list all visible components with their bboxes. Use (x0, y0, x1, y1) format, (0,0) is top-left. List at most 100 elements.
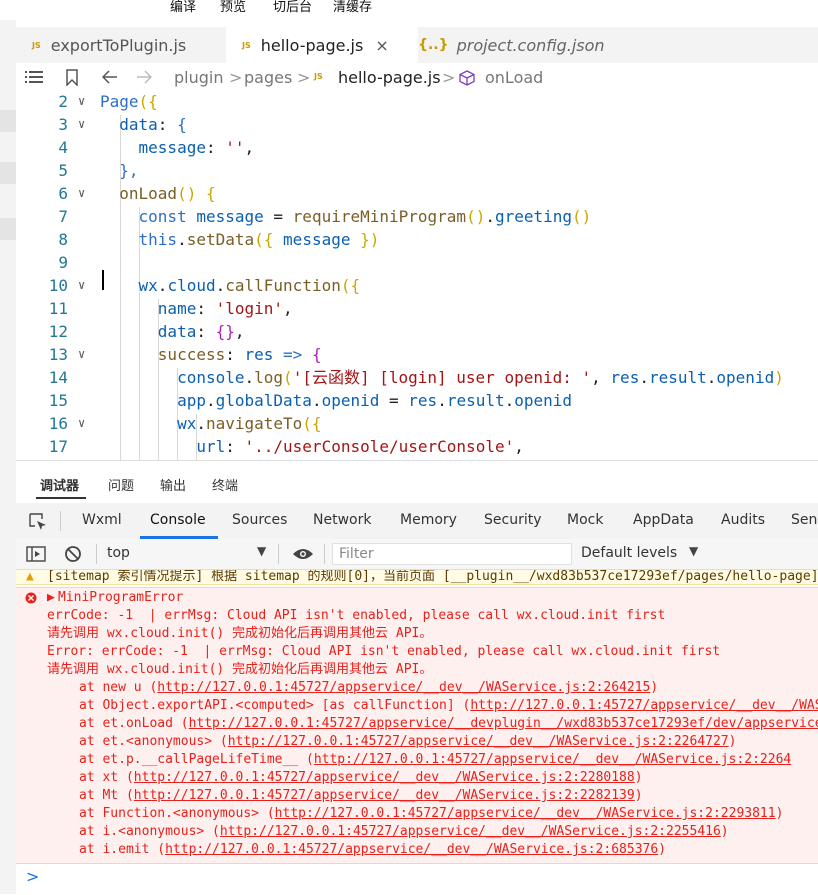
line-number: 11 (48, 299, 68, 318)
code-line[interactable]: 4 message: '', (16, 136, 818, 159)
explorer-row[interactable] (0, 162, 16, 184)
stack-frame-link[interactable]: http://127.0.0.1:45727/appservice/__dev_… (470, 698, 818, 713)
clear-console-icon[interactable] (64, 545, 82, 563)
breadcrumb-file[interactable]: hello-page.js (338, 68, 441, 87)
devtools-tab-console[interactable]: Console (150, 512, 206, 528)
inspect-element-icon[interactable] (29, 513, 47, 531)
context-selector[interactable]: top (107, 545, 130, 561)
line-number: 2 (58, 92, 68, 111)
tab-export-to-plugin[interactable]: JS exportToPlugin.js (16, 27, 226, 63)
close-icon[interactable]: × (375, 36, 388, 55)
code-line[interactable]: 8 this.setData({ message }) (16, 228, 818, 251)
code-token: this (138, 230, 178, 249)
bookmark-icon[interactable] (66, 69, 78, 86)
code-text: this.setData({ message }) (100, 228, 380, 251)
fold-chevron-icon[interactable]: ∨ (78, 274, 85, 297)
code-line[interactable]: 14 console.log('[云函数] [login] user openi… (16, 366, 818, 389)
list-icon[interactable] (25, 71, 43, 85)
error-message[interactable]: ▶ MiniProgramError errCode: -1 | errMsg:… (16, 587, 818, 864)
code-editor[interactable]: 2 ∨ Page({3 ∨ data: {4 message: '', 5 }, 6 ∨ o… (16, 92, 818, 460)
code-token: { (177, 115, 187, 134)
menu-clear-cache[interactable]: 清缓存 (333, 0, 372, 16)
sidebar-toggle-icon[interactable] (26, 546, 46, 562)
error-icon (25, 592, 37, 604)
fold-chevron-icon[interactable]: ∨ (78, 113, 85, 136)
devtools-tab-appdata[interactable]: AppData (633, 512, 694, 528)
code-token: 'login' (215, 299, 284, 318)
warning-message[interactable]: ▲ [sitemap 索引情况提示] 根据 sitemap 的规则[0]，当前页… (16, 570, 818, 585)
explorer-row[interactable] (0, 110, 16, 132)
back-arrow-icon[interactable] (102, 70, 118, 84)
menu-compile[interactable]: 编译 (170, 0, 196, 16)
code-line[interactable]: 6 ∨ onLoad() { (16, 182, 818, 205)
log-levels-selector[interactable]: Default levels (581, 545, 677, 561)
devtools-tab-sources[interactable]: Sources (232, 512, 287, 528)
panel-tab-debugger[interactable]: 调试器 (40, 475, 79, 494)
stack-frame-link[interactable]: http://127.0.0.1:45727/appservice/__devp… (189, 716, 818, 731)
code-line[interactable]: 10 ∨ wx.cloud.callFunction({ (16, 274, 818, 297)
devtools-tab-mock[interactable]: Mock (567, 512, 603, 528)
stack-frame-suffix: ) (720, 824, 729, 839)
code-line[interactable]: 12 data: {}, (16, 320, 818, 343)
tab-project-config[interactable]: {..} project.config.json (418, 27, 622, 63)
fold-chevron-icon[interactable]: ∨ (78, 412, 85, 435)
expand-triangle-icon[interactable]: ▶ (47, 589, 55, 607)
code-token: onLoad (119, 184, 178, 203)
code-line[interactable]: 5 }, (16, 159, 818, 182)
stack-frame-link[interactable]: http://127.0.0.1:45727/appservice/__dev_… (314, 752, 791, 767)
code-token: data (157, 322, 197, 341)
devtools-tab-wxml[interactable]: Wxml (82, 512, 122, 528)
forward-arrow-icon[interactable] (136, 70, 152, 84)
console-output[interactable]: ▲ [sitemap 索引情况提示] 根据 sitemap 的规则[0]，当前页… (16, 570, 818, 870)
stack-frame-link[interactable]: http://127.0.0.1:45727/appservice/__dev_… (275, 806, 776, 821)
devtools-tab-security[interactable]: Security (484, 512, 542, 528)
line-number: 13 (48, 345, 68, 364)
stack-frame-link[interactable]: http://127.0.0.1:45727/appservice/__dev_… (134, 770, 635, 785)
code-line[interactable]: 15 app.globalData.openid = res.result.op… (16, 389, 818, 412)
devtools-tab-audits[interactable]: Audits (721, 512, 765, 528)
fold-chevron-icon[interactable]: ∨ (78, 182, 85, 205)
devtools-tab-network[interactable]: Network (313, 512, 371, 528)
breadcrumb-onload[interactable]: onLoad (485, 68, 543, 87)
js-file-icon: JS (32, 40, 41, 50)
breadcrumb-pages[interactable]: pages (244, 68, 292, 87)
code-line[interactable]: 16 ∨ wx.navigateTo({ (16, 412, 818, 435)
code-text: message: '', (100, 136, 255, 159)
devtools-tab-memory[interactable]: Memory (400, 512, 457, 528)
code-line[interactable]: 7 const message = requireMiniProgram().g… (16, 205, 818, 228)
code-token: , (283, 299, 293, 318)
stack-frame-link[interactable]: http://127.0.0.1:45727/appservice/__dev_… (157, 680, 650, 695)
code-token: , (244, 138, 255, 157)
stack-frame-link[interactable]: http://127.0.0.1:45727/appservice/__dev_… (134, 788, 635, 803)
chevron-down-icon[interactable]: ▼ (689, 544, 698, 558)
code-token: . (639, 368, 649, 387)
panel-tab-terminal[interactable]: 终端 (212, 475, 238, 494)
stack-frame-link[interactable]: http://127.0.0.1:45727/appservice/__dev_… (228, 734, 729, 749)
code-line[interactable]: 11 name: 'login', (16, 297, 818, 320)
code-line[interactable]: 9 (16, 251, 818, 274)
panel-tab-problems[interactable]: 问题 (108, 475, 134, 494)
explorer-row[interactable] (0, 218, 16, 240)
chevron-down-icon[interactable]: ▼ (257, 544, 266, 558)
panel-tab-output[interactable]: 输出 (160, 475, 186, 494)
code-token: }) (350, 230, 380, 249)
filter-input[interactable] (332, 543, 572, 565)
stack-frame-link[interactable]: http://127.0.0.1:45727/appservice/__dev_… (165, 842, 658, 857)
stack-frame-link[interactable]: http://127.0.0.1:45727/appservice/__dev_… (220, 824, 721, 839)
devtools-tab-sensor[interactable]: Sen (791, 512, 817, 528)
code-line[interactable]: 2 ∨ Page({ (16, 92, 818, 113)
menu-preview[interactable]: 预览 (220, 0, 246, 16)
fold-chevron-icon[interactable]: ∨ (78, 92, 85, 113)
code-token: . (437, 391, 447, 410)
eye-icon[interactable] (292, 548, 314, 560)
menu-background[interactable]: 切后台 (273, 0, 312, 16)
console-prompt[interactable]: > (16, 863, 818, 893)
code-line[interactable]: 17 url: '../userConsole/userConsole', (16, 435, 818, 458)
tab-hello-page[interactable]: JS hello-page.js × (226, 27, 418, 63)
code-line[interactable]: 13 ∨ success: res => { (16, 343, 818, 366)
code-line[interactable]: 3 ∨ data: { (16, 113, 818, 136)
fold-chevron-icon[interactable]: ∨ (78, 343, 85, 366)
breadcrumb-plugin[interactable]: plugin (174, 68, 223, 87)
